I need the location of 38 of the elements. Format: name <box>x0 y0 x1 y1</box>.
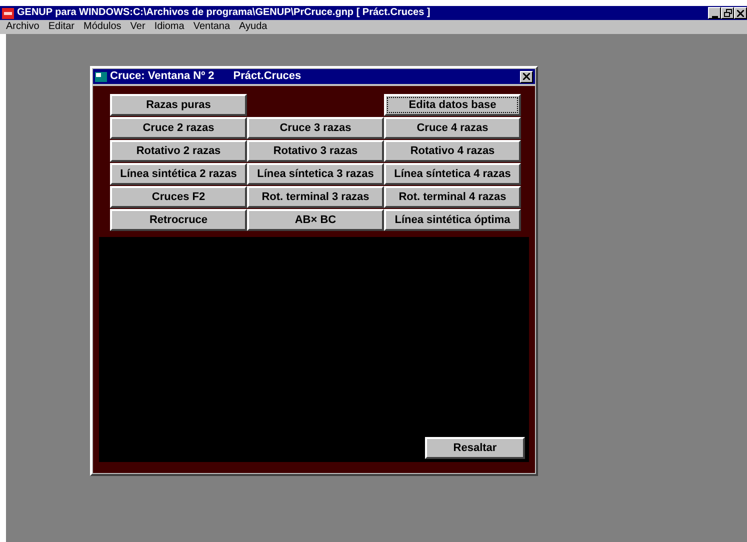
close-button[interactable] <box>734 7 747 19</box>
minimize-button[interactable] <box>708 7 721 19</box>
close-button[interactable] <box>520 70 533 82</box>
edit-base-data-button[interactable]: Edita datos base <box>384 94 521 116</box>
child-window-subtitle: Práct.Cruces <box>233 69 302 84</box>
breed-cross-button[interactable]: Línea síntetica 3 razas <box>247 163 384 185</box>
close-icon <box>737 10 744 16</box>
breed-cross-button[interactable]: Rotativo 4 razas <box>384 140 521 162</box>
menu-item[interactable]: Idioma <box>154 22 184 32</box>
breed-cross-button[interactable]: Rot. terminal 4 razas <box>384 186 521 208</box>
close-icon <box>523 73 530 80</box>
breed-cross-button[interactable]: Rotativo 2 razas <box>110 140 247 162</box>
menu-item[interactable]: Archivo <box>6 22 40 32</box>
pure-breeds-button[interactable]: Razas puras <box>110 94 247 116</box>
child-window-title: Cruce: Ventana Nº 2 <box>110 69 214 84</box>
breed-cross-button[interactable]: Cruce 4 razas <box>384 117 521 139</box>
breed-cross-button[interactable]: Línea sintética 2 razas <box>110 163 247 185</box>
menu-item[interactable]: Módulos <box>83 22 122 32</box>
breed-cross-button[interactable]: Línea sintética óptima <box>384 209 521 231</box>
breed-cross-button[interactable]: Línea síntetica 4 razas <box>384 163 521 185</box>
breed-cross-button[interactable]: Rotativo 3 razas <box>247 140 384 162</box>
breed-cross-button[interactable]: AB× BC <box>247 209 384 231</box>
menu-item[interactable]: Ventana <box>193 22 230 32</box>
breed-cross-button[interactable]: Rot. terminal 3 razas <box>247 186 384 208</box>
restore-icon <box>724 9 732 17</box>
breed-cross-button[interactable]: Cruce 2 razas <box>110 117 247 139</box>
app-logo-icon <box>2 8 14 18</box>
menu-item[interactable]: Ayuda <box>239 22 268 32</box>
minimize-icon <box>712 16 718 18</box>
highlight-button[interactable]: Resaltar <box>425 437 525 459</box>
breed-cross-button[interactable]: Cruces F2 <box>110 186 247 208</box>
breed-cross-button[interactable]: Retrocruce <box>110 209 247 231</box>
breed-cross-button[interactable]: Cruce 3 razas <box>247 117 384 139</box>
restore-button[interactable] <box>721 7 734 19</box>
window-title: GENUP para WINDOWS:C:\Archivos de programa\GENUP\PrCruce.gnp [ Práct.Cruces ] <box>17 8 430 18</box>
menu-item[interactable]: Ver <box>130 22 146 32</box>
menu-item[interactable]: Editar <box>48 22 74 32</box>
window-icon <box>95 72 107 82</box>
